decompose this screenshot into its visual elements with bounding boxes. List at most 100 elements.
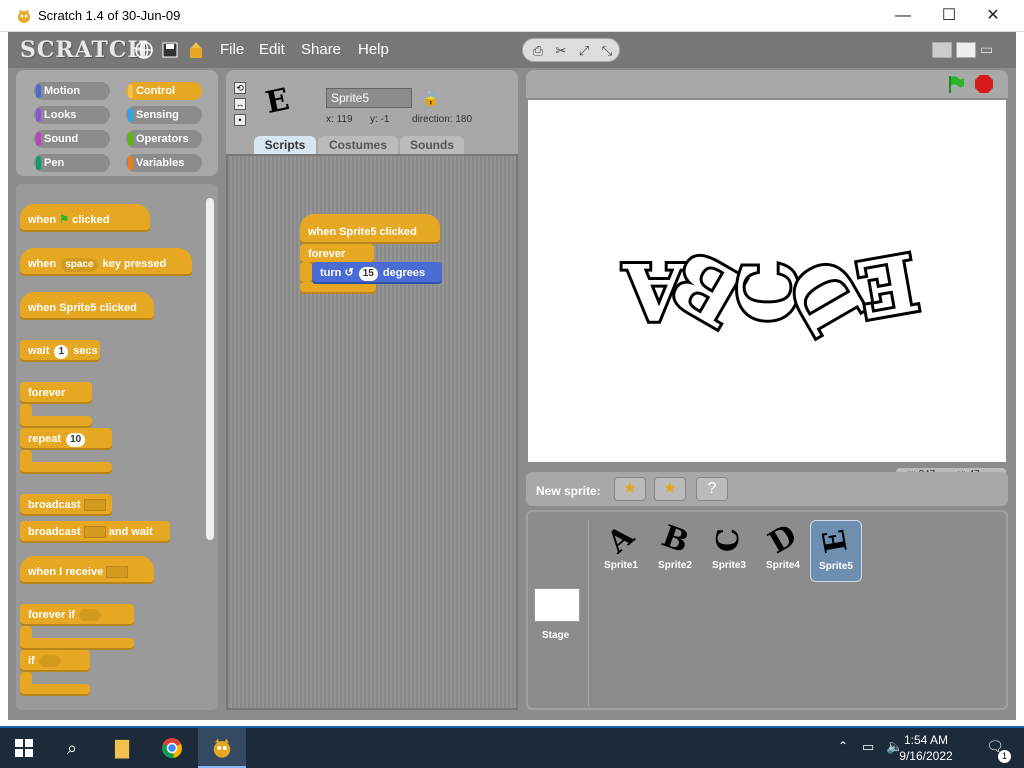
- scripts-area[interactable]: when Sprite5 clicked forever turn ↺ 15 d…: [226, 154, 518, 710]
- small-stage-view-button[interactable]: [932, 42, 952, 58]
- globe-icon[interactable]: [134, 40, 154, 60]
- surprise-sprite-button[interactable]: ?: [696, 477, 728, 501]
- wait-secs-block[interactable]: wait 1 secs: [20, 340, 100, 362]
- window-title: Scratch 1.4 of 30-Jun-09: [38, 8, 181, 23]
- category-looks[interactable]: Looks: [34, 106, 110, 124]
- normal-stage-view-button[interactable]: [956, 42, 976, 58]
- search-icon[interactable]: ⌕: [48, 728, 96, 768]
- condition-slot[interactable]: [37, 655, 62, 668]
- new-sprite-bar: New sprite: ★ ★ ?: [526, 472, 1008, 506]
- script-forever[interactable]: forever: [300, 244, 374, 264]
- palette-scrollbar[interactable]: [206, 198, 214, 540]
- script-turn-block[interactable]: turn ↺ 15 degrees: [312, 262, 442, 284]
- category-motion[interactable]: Motion: [34, 82, 110, 100]
- grow-icon[interactable]: ⤢: [575, 42, 593, 60]
- tab-sounds[interactable]: Sounds: [400, 136, 464, 154]
- sprite-name-field[interactable]: Sprite5: [326, 88, 412, 108]
- c-block-foot: [20, 416, 92, 428]
- category-sensing[interactable]: Sensing: [126, 106, 202, 124]
- when-flag-clicked-block[interactable]: when ⚑ clicked: [20, 204, 150, 232]
- category-color-bar: [128, 108, 133, 122]
- if-block[interactable]: if: [20, 650, 90, 672]
- repeat-block[interactable]: repeat 10: [20, 428, 112, 450]
- key-dropdown[interactable]: space: [61, 258, 98, 272]
- sprite-tile-4[interactable]: D Sprite4: [758, 518, 808, 582]
- scratch-taskbar-icon[interactable]: [198, 728, 246, 768]
- stage-canvas[interactable]: A B C D E: [528, 100, 1006, 462]
- minimize-button[interactable]: —: [880, 0, 926, 32]
- block-text: secs: [73, 345, 98, 357]
- block-text: forever: [308, 248, 346, 260]
- c-block-foot: [20, 462, 112, 474]
- message-dropdown[interactable]: [106, 566, 129, 579]
- presentation-mode-icon[interactable]: ▭: [980, 42, 1000, 58]
- when-i-receive-block[interactable]: when I receive: [20, 556, 154, 584]
- tab-scripts[interactable]: Scripts: [254, 136, 316, 154]
- lock-icon[interactable]: 🔒: [422, 90, 439, 107]
- scratch-logo: SCRATCH: [20, 37, 150, 63]
- when-sprite-clicked-block[interactable]: when Sprite5 clicked: [20, 292, 154, 320]
- flip-style-icon[interactable]: ↔: [234, 98, 246, 110]
- category-sound[interactable]: Sound: [34, 130, 110, 148]
- c-block-foot: [20, 684, 90, 696]
- menu-file[interactable]: File: [220, 41, 244, 58]
- category-label: Operators: [136, 133, 189, 145]
- menu-share[interactable]: Share: [301, 41, 341, 58]
- stop-sign-icon[interactable]: [974, 74, 994, 94]
- message-dropdown[interactable]: [83, 526, 106, 539]
- duplicate-stamp-icon[interactable]: ⎙: [529, 42, 547, 60]
- block-categories: Motion Control Looks Sensing Sound Opera…: [16, 70, 218, 176]
- chevron-up-icon[interactable]: ⌃: [838, 739, 848, 753]
- sprite-tile-2[interactable]: B Sprite2: [650, 519, 700, 582]
- chrome-icon[interactable]: [148, 728, 196, 768]
- clock-date: 9/16/2022: [899, 749, 953, 763]
- network-icon[interactable]: ▭: [862, 739, 874, 755]
- wait-input[interactable]: 1: [54, 345, 69, 359]
- menu-bar: SCRATCH File Edit Share Help ⎙ ✂ ⤢ ⤡ ▭: [8, 32, 1016, 68]
- sprite-tile-3[interactable]: C Sprite3: [704, 520, 754, 582]
- cursor-tools: ⎙ ✂ ⤢ ⤡: [522, 38, 620, 62]
- close-button[interactable]: ✕: [970, 0, 1016, 32]
- menu-edit[interactable]: Edit: [259, 41, 285, 58]
- maximize-button[interactable]: ☐: [926, 0, 972, 32]
- script-when-sprite-clicked[interactable]: when Sprite5 clicked: [300, 214, 440, 244]
- turn-degrees-input[interactable]: 15: [358, 267, 378, 281]
- forever-block[interactable]: forever: [20, 382, 92, 404]
- broadcast-and-wait-block[interactable]: broadcast and wait: [20, 521, 170, 543]
- shrink-icon[interactable]: ⤡: [598, 42, 616, 60]
- choose-sprite-file-button[interactable]: ★: [654, 477, 686, 501]
- category-color-bar: [128, 132, 133, 146]
- menu-help[interactable]: Help: [358, 41, 389, 58]
- category-label: Control: [136, 85, 176, 97]
- start-button[interactable]: [0, 728, 48, 768]
- scissors-icon[interactable]: ✂: [552, 42, 570, 60]
- share-icon[interactable]: [186, 40, 206, 60]
- sprite-tile-1[interactable]: A Sprite1: [596, 519, 646, 582]
- category-pen[interactable]: Pen: [34, 154, 110, 172]
- repeat-input[interactable]: 10: [66, 433, 86, 447]
- no-rotate-icon[interactable]: •: [234, 114, 246, 126]
- stage-thumbnail[interactable]: [534, 588, 580, 622]
- category-control[interactable]: Control: [126, 82, 202, 100]
- stage-sprite-e[interactable]: E: [847, 232, 927, 338]
- green-flag-icon[interactable]: [946, 74, 966, 94]
- message-dropdown[interactable]: [83, 499, 106, 512]
- category-variables[interactable]: Variables: [126, 154, 202, 172]
- paint-new-sprite-button[interactable]: ★: [614, 477, 646, 501]
- when-key-pressed-block[interactable]: when space key pressed: [20, 248, 192, 276]
- sprite-tile-5[interactable]: E Sprite5: [810, 520, 862, 582]
- category-label: Pen: [44, 157, 65, 169]
- category-operators[interactable]: Operators: [126, 130, 202, 148]
- block-text: forever if: [28, 609, 76, 621]
- broadcast-block[interactable]: broadcast: [20, 494, 112, 516]
- file-explorer-icon[interactable]: ▇: [98, 728, 146, 768]
- condition-slot[interactable]: [78, 609, 103, 622]
- forever-if-block[interactable]: forever if: [20, 604, 134, 626]
- save-icon[interactable]: [160, 40, 180, 60]
- c-block-arm: [300, 262, 312, 284]
- rotate-style-icon[interactable]: ⟲: [234, 82, 246, 94]
- sprite-thumbnail: E: [816, 526, 855, 556]
- block-text: if: [28, 655, 35, 667]
- tab-costumes[interactable]: Costumes: [318, 136, 398, 154]
- taskbar-clock[interactable]: 1:54 AM 9/16/2022: [886, 732, 966, 764]
